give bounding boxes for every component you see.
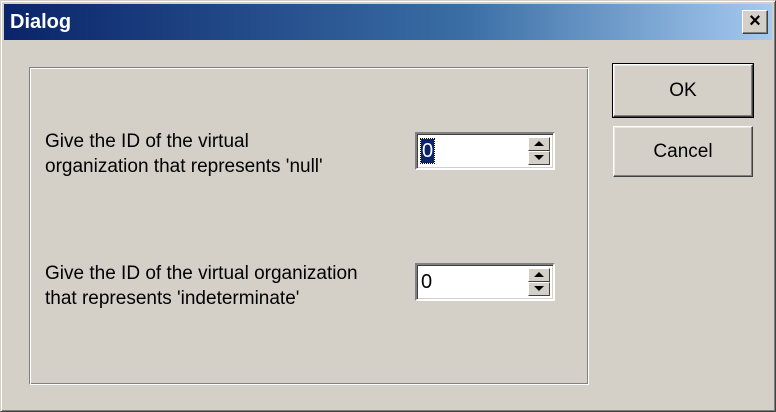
window-title: Dialog	[10, 11, 72, 33]
null-org-id-decrement-button[interactable]	[528, 151, 550, 165]
null-org-id-spin-buttons	[528, 137, 550, 165]
indeterminate-org-id-input[interactable]: 0	[421, 270, 432, 294]
title-bar[interactable]: Dialog ×	[4, 4, 772, 40]
indeterminate-org-id-increment-button[interactable]	[528, 268, 550, 282]
arrow-down-icon	[534, 155, 544, 160]
close-button[interactable]: ×	[742, 10, 768, 34]
indeterminate-org-id-label: Give the ID of the virtual organization …	[45, 263, 358, 309]
null-org-id-input[interactable]: 0	[419, 138, 436, 164]
ok-button[interactable]: OK	[612, 63, 754, 118]
settings-group-box	[29, 67, 589, 385]
cancel-button[interactable]: Cancel	[613, 126, 753, 177]
arrow-up-icon	[534, 141, 544, 146]
dialog-window: Dialog × Give the ID of the virtual orga…	[0, 0, 776, 412]
arrow-down-icon	[534, 286, 544, 291]
indeterminate-org-id-decrement-button[interactable]	[528, 282, 550, 296]
indeterminate-org-id-spinner[interactable]: 0	[415, 263, 555, 301]
null-org-id-increment-button[interactable]	[528, 137, 550, 151]
arrow-up-icon	[534, 272, 544, 277]
indeterminate-org-id-spin-buttons	[528, 268, 550, 296]
close-icon: ×	[749, 10, 761, 32]
null-org-id-spinner[interactable]: 0	[415, 132, 555, 170]
null-org-id-label: Give the ID of the virtual organization …	[45, 131, 323, 177]
